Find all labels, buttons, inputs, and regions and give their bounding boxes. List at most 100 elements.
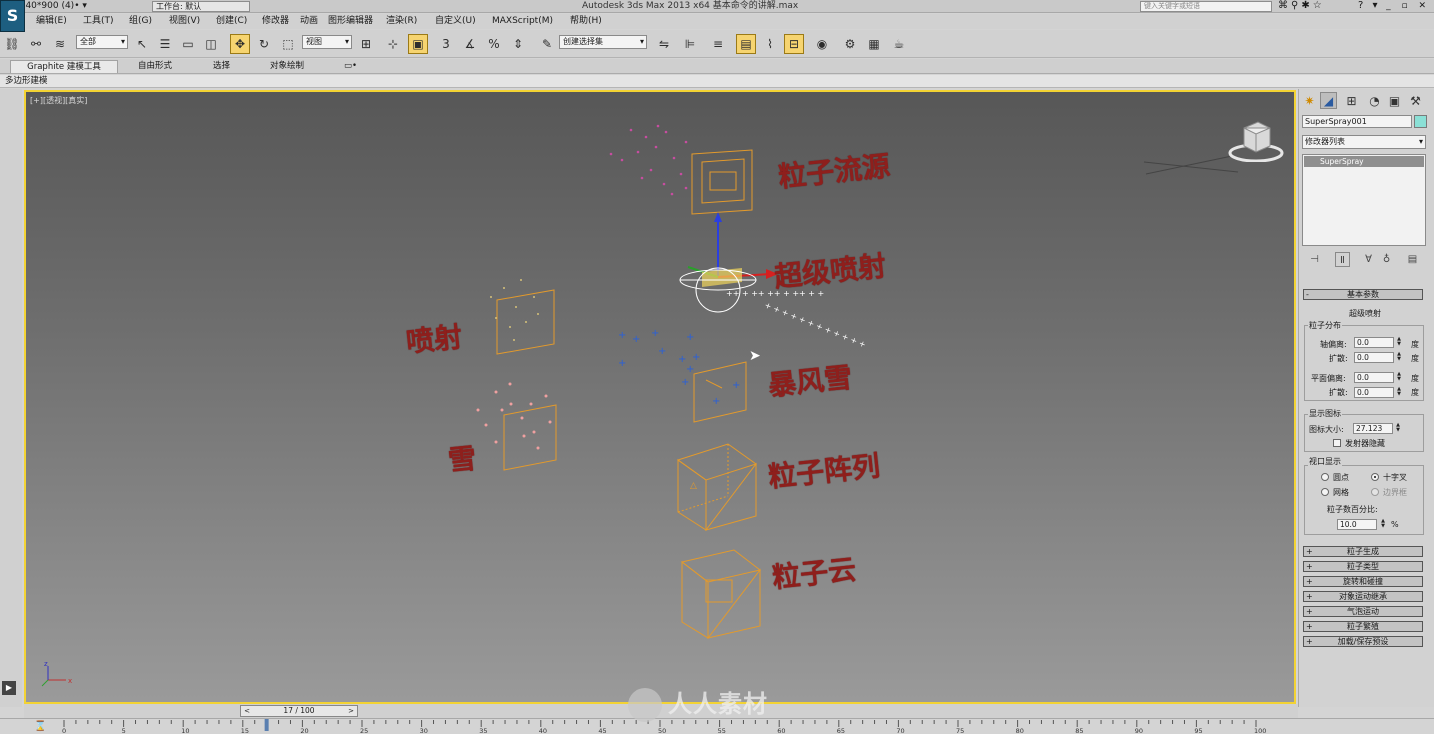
radio-bbox[interactable] [1371,488,1379,496]
perspective-viewport[interactable]: [+][透视][真实] ++ + ++ ++ + ++ + + + + + + … [24,90,1296,704]
rect-selection-icon[interactable]: ▭ [178,34,198,54]
curve-editor-icon[interactable]: ⌇ [760,34,780,54]
menu-rendering[interactable]: 渲染(R) [386,15,417,28]
percent-spinner[interactable]: 10.0 [1337,519,1377,530]
percent-arrows[interactable]: ▲ ▼ [1380,519,1386,530]
spread1-spinner[interactable]: 0.0 [1354,352,1394,363]
window-controls[interactable]: _ ▫ ✕ [1386,0,1430,12]
tab-object-paint[interactable]: 对象绘制 [264,60,310,73]
rollout-object-motion[interactable]: + 对象运动继承 [1303,591,1423,602]
mirror-icon[interactable]: ⇋ [654,34,674,54]
ref-coord-dropdown[interactable]: 视图 [302,35,352,49]
select-rotate-icon[interactable]: ↻ [254,34,274,54]
menu-views[interactable]: 视图(V) [169,15,200,28]
ribbon-options-icon[interactable]: ▭• [338,60,363,73]
show-end-result-icon[interactable]: Ⅱ [1335,252,1350,267]
pin-stack-icon[interactable]: ⊣ [1307,252,1322,267]
icon-size-spinner[interactable]: 27.123 [1353,423,1393,434]
window-crossing-icon[interactable]: ◫ [201,34,221,54]
spread2-arrows[interactable]: ▲ ▼ [1396,387,1402,398]
stack-item-superspray[interactable]: SuperSpray [1304,156,1424,167]
tab-freeform[interactable]: 自由形式 [132,60,178,73]
menu-create[interactable]: 创建(C) [216,15,247,28]
edit-named-sets-icon[interactable]: ✎ [537,34,557,54]
spread1-arrows[interactable]: ▲ ▼ [1396,352,1402,363]
render-production-icon[interactable]: ☕ [889,34,909,54]
select-by-name-icon[interactable]: ☰ [155,34,175,54]
hierarchy-tab-icon[interactable]: ⊞ [1343,92,1360,109]
plane-offset-arrows[interactable]: ▲ ▼ [1396,372,1402,383]
pivot-center-icon[interactable]: ⊞ [356,34,376,54]
remove-modifier-icon[interactable]: ♁ [1379,252,1394,267]
menu-modifiers[interactable]: 修改器 [262,15,289,28]
menu-customize[interactable]: 自定义(U) [435,15,476,28]
menu-edit[interactable]: 编辑(E) [36,15,67,28]
app-menu-button[interactable]: S [0,0,25,32]
snap-3d-icon[interactable]: 3 [436,34,456,54]
bind-spacewarp-icon[interactable]: ≋ [50,34,70,54]
layer-manager-icon[interactable]: ≡ [708,34,728,54]
object-color-swatch[interactable] [1414,115,1427,128]
modifier-list-dropdown[interactable]: 修改器列表 [1302,135,1426,149]
menu-maxscript[interactable]: MAXScript(M) [492,15,553,28]
workspace-dropdown[interactable]: 工作台: 默认 [152,1,250,12]
object-name-field[interactable]: SuperSpray001 [1302,115,1412,128]
rollout-basic-params[interactable]: - 基本参数 [1303,289,1423,300]
unlink-icon[interactable]: ⚯ [26,34,46,54]
rollout-particle-spawn[interactable]: + 粒子繁殖 [1303,621,1423,632]
tab-graphite-modeling[interactable]: Graphite 建模工具 [10,60,118,73]
infocenter-icons[interactable]: ⌘⚲✱☆ [1278,0,1325,12]
link-icon[interactable]: ⛓ [2,34,22,54]
select-manipulate-icon[interactable]: ⊹ [383,34,403,54]
select-object-icon[interactable]: ↖ [132,34,152,54]
menu-graph-editors[interactable]: 图形编辑器 [328,15,373,28]
rollout-bubble-motion[interactable]: + 气泡运动 [1303,606,1423,617]
rendered-frame-icon[interactable]: ▦ [864,34,884,54]
plane-offset-spinner[interactable]: 0.0 [1354,372,1394,383]
spread2-spinner[interactable]: 0.0 [1354,387,1394,398]
prev-frame-icon[interactable]: < [242,706,252,716]
rollout-rotation-collision[interactable]: + 旋转和碰撞 [1303,576,1423,587]
named-selection-dropdown[interactable]: 创建选择集 [559,35,647,49]
radio-dots[interactable] [1321,473,1329,481]
utilities-tab-icon[interactable]: ⚒ [1407,92,1424,109]
radio-ticks[interactable] [1371,473,1379,481]
motion-tab-icon[interactable]: ◔ [1366,92,1383,109]
emitter-hidden-checkbox[interactable] [1333,439,1341,447]
align-icon[interactable]: ⊫ [680,34,700,54]
axis-offset-arrows[interactable]: ▲ ▼ [1396,337,1402,348]
modify-tab-icon[interactable]: ◢ [1320,92,1337,109]
tab-selection[interactable]: 选择 [207,60,236,73]
make-unique-icon[interactable]: ∀ [1361,252,1376,267]
graphite-toggle-icon[interactable]: ▤ [736,34,756,54]
percent-snap-icon[interactable]: % [484,34,504,54]
radio-mesh[interactable] [1321,488,1329,496]
menu-help[interactable]: 帮助(H) [570,15,602,28]
display-tab-icon[interactable]: ▣ [1386,92,1403,109]
axis-offset-spinner[interactable]: 0.0 [1354,337,1394,348]
rollout-particle-generation[interactable]: + 粒子生成 [1303,546,1423,557]
track-filter-icon[interactable]: ⌛ [34,721,46,732]
menu-tools[interactable]: 工具(T) [83,15,114,28]
viewcube-icon[interactable] [1228,120,1284,162]
create-tab-icon[interactable]: ✷ [1301,92,1318,109]
menu-animation[interactable]: 动画 [300,15,318,28]
keyboard-shortcut-icon[interactable]: ▣ [408,34,428,54]
selection-filter-dropdown[interactable]: 全部 [76,35,128,49]
modifier-stack[interactable]: SuperSpray [1302,154,1426,246]
configure-sets-icon[interactable]: ▤ [1405,252,1420,267]
select-scale-icon[interactable]: ⬚ [278,34,298,54]
rollout-load-save-presets[interactable]: + 加载/保存预设 [1303,636,1423,647]
next-frame-icon[interactable]: > [346,706,356,716]
select-move-icon[interactable]: ✥ [230,34,250,54]
polygon-modeling-panel[interactable]: 多边形建模 [5,75,48,88]
icon-size-arrows[interactable]: ▲ ▼ [1395,423,1401,434]
spinner-snap-icon[interactable]: ⇕ [508,34,528,54]
rollout-particle-type[interactable]: + 粒子类型 [1303,561,1423,572]
search-input[interactable]: 键入关键字或短语 [1140,1,1272,12]
time-slider[interactable]: < 17 / 100 > [240,705,358,717]
material-editor-icon[interactable]: ◉ [812,34,832,54]
schematic-view-icon[interactable]: ⊟ [784,34,804,54]
menu-group[interactable]: 组(G) [129,15,152,28]
help-button[interactable]: ? ▾ [1358,0,1381,12]
